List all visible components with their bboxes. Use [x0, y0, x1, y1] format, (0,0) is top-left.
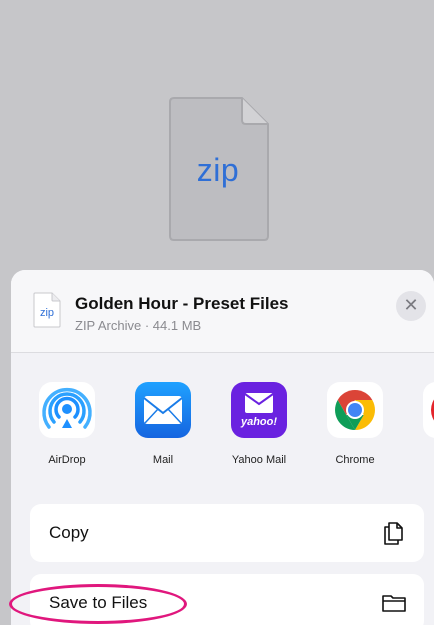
- app-label-mail: Mail: [152, 454, 174, 466]
- chrome-icon: [327, 382, 383, 438]
- close-button[interactable]: ✕: [396, 291, 426, 321]
- share-sheet-header: zip Golden Hour - Preset Files ZIP Archi…: [11, 270, 434, 353]
- copy-icon: [380, 519, 408, 547]
- yahoo-mail-icon: yahoo!: [231, 382, 287, 438]
- mail-icon: [135, 382, 191, 438]
- app-label-chrome: Chrome: [335, 454, 375, 466]
- copy-action[interactable]: Copy: [30, 504, 424, 562]
- partial-app-icon: [423, 382, 434, 438]
- file-subtitle: ZIP Archive · 44.1 MB: [75, 318, 202, 333]
- yahoo-wordmark: yahoo!: [240, 416, 278, 428]
- app-partial[interactable]: [412, 382, 434, 472]
- share-screen: zip zip Golden Hour - Preset Files ZIP A…: [0, 0, 434, 625]
- file-title: Golden Hour - Preset Files: [75, 294, 289, 313]
- copy-action-label: Copy: [49, 523, 89, 542]
- app-yahoo-mail[interactable]: yahoo! Yahoo Mail: [220, 382, 298, 472]
- app-chrome[interactable]: Chrome: [316, 382, 394, 472]
- app-airdrop[interactable]: AirDrop: [28, 382, 106, 472]
- zip-document-icon: zip: [168, 96, 272, 242]
- airdrop-icon: [39, 382, 95, 438]
- highlight-annotation: [9, 584, 187, 624]
- file-thumbnail-label: zip: [39, 307, 55, 319]
- zip-document-label: zip: [196, 152, 240, 188]
- app-label-airdrop: AirDrop: [48, 454, 86, 466]
- close-icon: ✕: [403, 295, 419, 315]
- app-mail[interactable]: Mail: [124, 382, 202, 472]
- file-thumbnail-icon: zip: [33, 292, 61, 328]
- folder-icon: [380, 589, 408, 617]
- app-label-yahoo-mail: Yahoo Mail: [231, 454, 287, 466]
- share-sheet: zip Golden Hour - Preset Files ZIP Archi…: [11, 270, 434, 625]
